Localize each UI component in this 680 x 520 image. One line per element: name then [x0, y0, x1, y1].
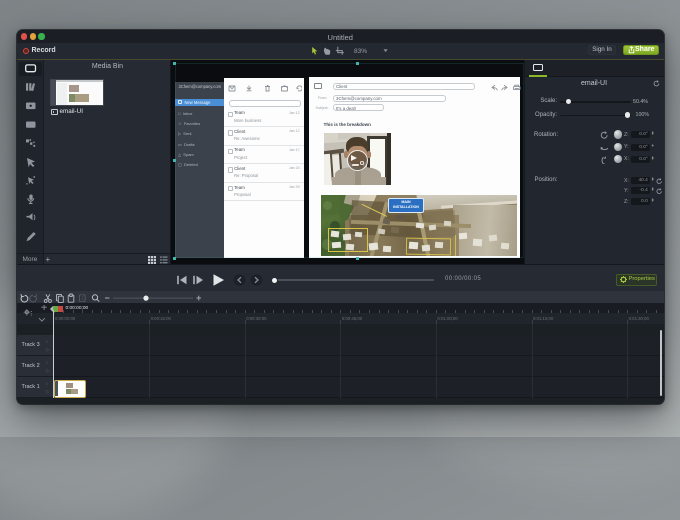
- svg-text:83%: 83%: [354, 48, 367, 55]
